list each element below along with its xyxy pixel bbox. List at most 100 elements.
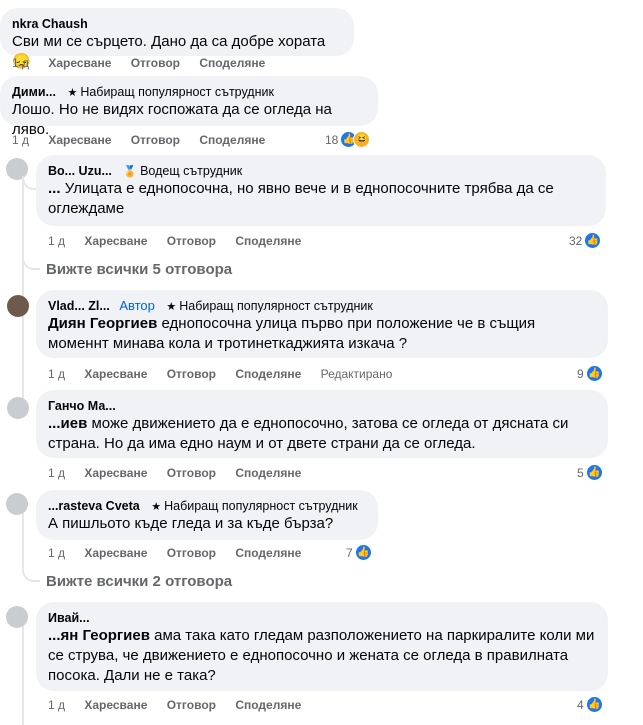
- reply-button[interactable]: Отговор: [167, 367, 216, 381]
- contributor-badge: ★ Набиращ популярност сътрудник: [151, 499, 358, 513]
- comment-actions: 1 д Харесване Отговор Споделяне: [48, 234, 317, 248]
- thumbs-up-icon: 👍: [354, 544, 372, 561]
- share-button[interactable]: Споделяне: [199, 56, 265, 70]
- share-button[interactable]: Споделяне: [235, 234, 301, 248]
- mention-link[interactable]: Диян Георгиев: [48, 315, 157, 332]
- comment-time[interactable]: 1 д: [12, 56, 29, 70]
- thumbs-up-icon: 👍: [584, 232, 602, 249]
- reply-button[interactable]: Отговор: [167, 466, 216, 480]
- reaction-number: 18: [325, 132, 339, 147]
- share-button[interactable]: Споделяне: [235, 466, 301, 480]
- star-icon: ★: [166, 301, 177, 313]
- thumbs-up-icon: 👍: [585, 365, 603, 382]
- avatar[interactable]: [7, 397, 29, 419]
- comment-bubble: Дими... ★ Набиращ популярност сътрудник Л…: [0, 76, 378, 138]
- comment-time[interactable]: 1 д: [48, 546, 65, 560]
- avatar[interactable]: [6, 606, 28, 628]
- comment-time[interactable]: 1 д: [48, 466, 65, 480]
- comment-author-name[interactable]: Ганчо Ма...: [48, 398, 596, 414]
- comment-actions: 1 д Харесване Отговор Споделяне: [12, 56, 281, 70]
- like-button[interactable]: Харесване: [84, 234, 147, 248]
- reply-button[interactable]: Отговор: [131, 56, 180, 70]
- comment-actions: 1 д Харесване Отговор Споделяне: [48, 698, 317, 712]
- comment-author-row: Bo... Uzu... 🏅 Водещ сътрудник: [48, 163, 594, 179]
- comment-text: Диян Георгиев еднопосочна улица първо пр…: [48, 315, 536, 352]
- mention-link[interactable]: ...ян Георгиев: [48, 627, 150, 644]
- reply-button[interactable]: Отговор: [131, 133, 180, 147]
- avatar[interactable]: [7, 295, 29, 317]
- comment-bubble: Ганчо Ма... ...иев може движението да е …: [36, 390, 608, 458]
- star-icon: ★: [151, 501, 162, 513]
- author-label: Автор: [119, 298, 155, 313]
- reaction-number: 5: [577, 465, 584, 480]
- contributor-badge: ★ Набиращ популярност сътрудник: [67, 85, 274, 99]
- contributor-badge: 🏅 Водещ сътрудник: [123, 164, 243, 178]
- thumbs-up-icon: 👍: [585, 696, 603, 713]
- mention-link[interactable]: ...: [48, 180, 61, 197]
- like-button[interactable]: Харесване: [84, 466, 147, 480]
- comment-author-name[interactable]: nkra Chaush: [12, 16, 342, 32]
- comment-bubble: nkra Chaush Сви ми се сърцето. Дано да с…: [0, 8, 354, 70]
- thread-line: [22, 512, 24, 572]
- like-button[interactable]: Харесване: [84, 698, 147, 712]
- comment-bubble: Bo... Uzu... 🏅 Водещ сътрудник ... Улицат…: [36, 155, 606, 226]
- comment-time[interactable]: 1 д: [12, 133, 29, 147]
- comment-actions: 1 д Харесване Отговор Споделяне: [48, 466, 317, 480]
- view-all-replies-link[interactable]: Вижте всички 2 отговора: [46, 573, 232, 590]
- comment-author-row: ...rasteva Cveta ★ Набиращ популярност съ…: [48, 498, 366, 514]
- haha-emoji-icon: 😆: [353, 131, 371, 148]
- mention-link[interactable]: ...иев: [48, 415, 87, 432]
- comment-text: А пишльото къде гледа и за къде бърза?: [48, 515, 334, 532]
- share-button[interactable]: Споделяне: [235, 367, 301, 381]
- view-all-replies-link[interactable]: Вижте всички 5 отговора: [46, 261, 232, 278]
- comment-time[interactable]: 1 д: [48, 234, 65, 248]
- reaction-count[interactable]: 18 👍 😆: [325, 131, 371, 148]
- comment-text: ...иев може движението да е еднопосочно,…: [48, 415, 569, 452]
- reaction-number: 7: [346, 545, 353, 560]
- comment-time[interactable]: 1 д: [48, 698, 65, 712]
- comment-author-row: Дими... ★ Набиращ популярност сътрудник: [12, 84, 366, 100]
- reaction-number: 9: [577, 366, 584, 381]
- medal-icon: 🏅: [123, 166, 138, 178]
- comment-actions: 1 д Харесване Отговор Споделяне Редактир…: [48, 367, 408, 381]
- share-button[interactable]: Споделяне: [235, 546, 301, 560]
- reply-button[interactable]: Отговор: [167, 546, 216, 560]
- comment-time[interactable]: 1 д: [48, 367, 65, 381]
- comment-author-name[interactable]: Ивай...: [48, 610, 596, 626]
- comment-actions: 1 д Харесване Отговор Споделяне: [12, 133, 281, 147]
- thread-line: [22, 622, 24, 725]
- reaction-count[interactable]: 4 👍: [577, 696, 603, 713]
- like-button[interactable]: Харесване: [48, 56, 111, 70]
- comment-bubble: Vlad... Zl... Автор ★ Набиращ популярност…: [36, 290, 608, 358]
- comment-author-name[interactable]: Дими...: [12, 85, 56, 99]
- reply-button[interactable]: Отговор: [167, 698, 216, 712]
- comment-text: ...ян Георгиев ама така като гледам разп…: [48, 627, 595, 684]
- comment-actions: 1 д Харесване Отговор Споделяне: [48, 546, 317, 560]
- thread-connector: [22, 566, 40, 582]
- comment-author-name[interactable]: Vlad... Zl...: [48, 299, 110, 313]
- reply-button[interactable]: Отговор: [167, 234, 216, 248]
- reaction-count[interactable]: 32 👍: [569, 232, 602, 249]
- star-icon: ★: [67, 87, 78, 99]
- comment-bubble: ...rasteva Cveta ★ Набиращ популярност съ…: [36, 490, 378, 540]
- comment-author-row: Vlad... Zl... Автор ★ Набиращ популярност…: [48, 298, 596, 314]
- comment-bubble: Ивай... ...ян Георгиев ама така като гле…: [36, 602, 608, 691]
- like-button[interactable]: Харесване: [48, 133, 111, 147]
- avatar[interactable]: [6, 493, 28, 515]
- thread-connector: [22, 254, 40, 270]
- comment-text: ... Улицата е еднопосочна, но явно вече …: [48, 180, 554, 217]
- share-button[interactable]: Споделяне: [235, 698, 301, 712]
- edited-label: Редактирано: [320, 367, 393, 381]
- reaction-number: 4: [577, 697, 584, 712]
- thumbs-up-icon: 👍: [585, 464, 603, 481]
- reaction-count[interactable]: 7 👍: [346, 544, 372, 561]
- reaction-count[interactable]: 5 👍: [577, 464, 603, 481]
- reaction-count[interactable]: 9 👍: [577, 365, 603, 382]
- contributor-badge: ★ Набиращ популярност сътрудник: [166, 299, 373, 313]
- like-button[interactable]: Харесване: [84, 367, 147, 381]
- share-button[interactable]: Споделяне: [199, 133, 265, 147]
- like-button[interactable]: Харесване: [84, 546, 147, 560]
- comment-author-name[interactable]: Bo... Uzu...: [48, 164, 112, 178]
- comment-author-name[interactable]: ...rasteva Cveta: [48, 499, 140, 513]
- reaction-number: 32: [569, 233, 583, 248]
